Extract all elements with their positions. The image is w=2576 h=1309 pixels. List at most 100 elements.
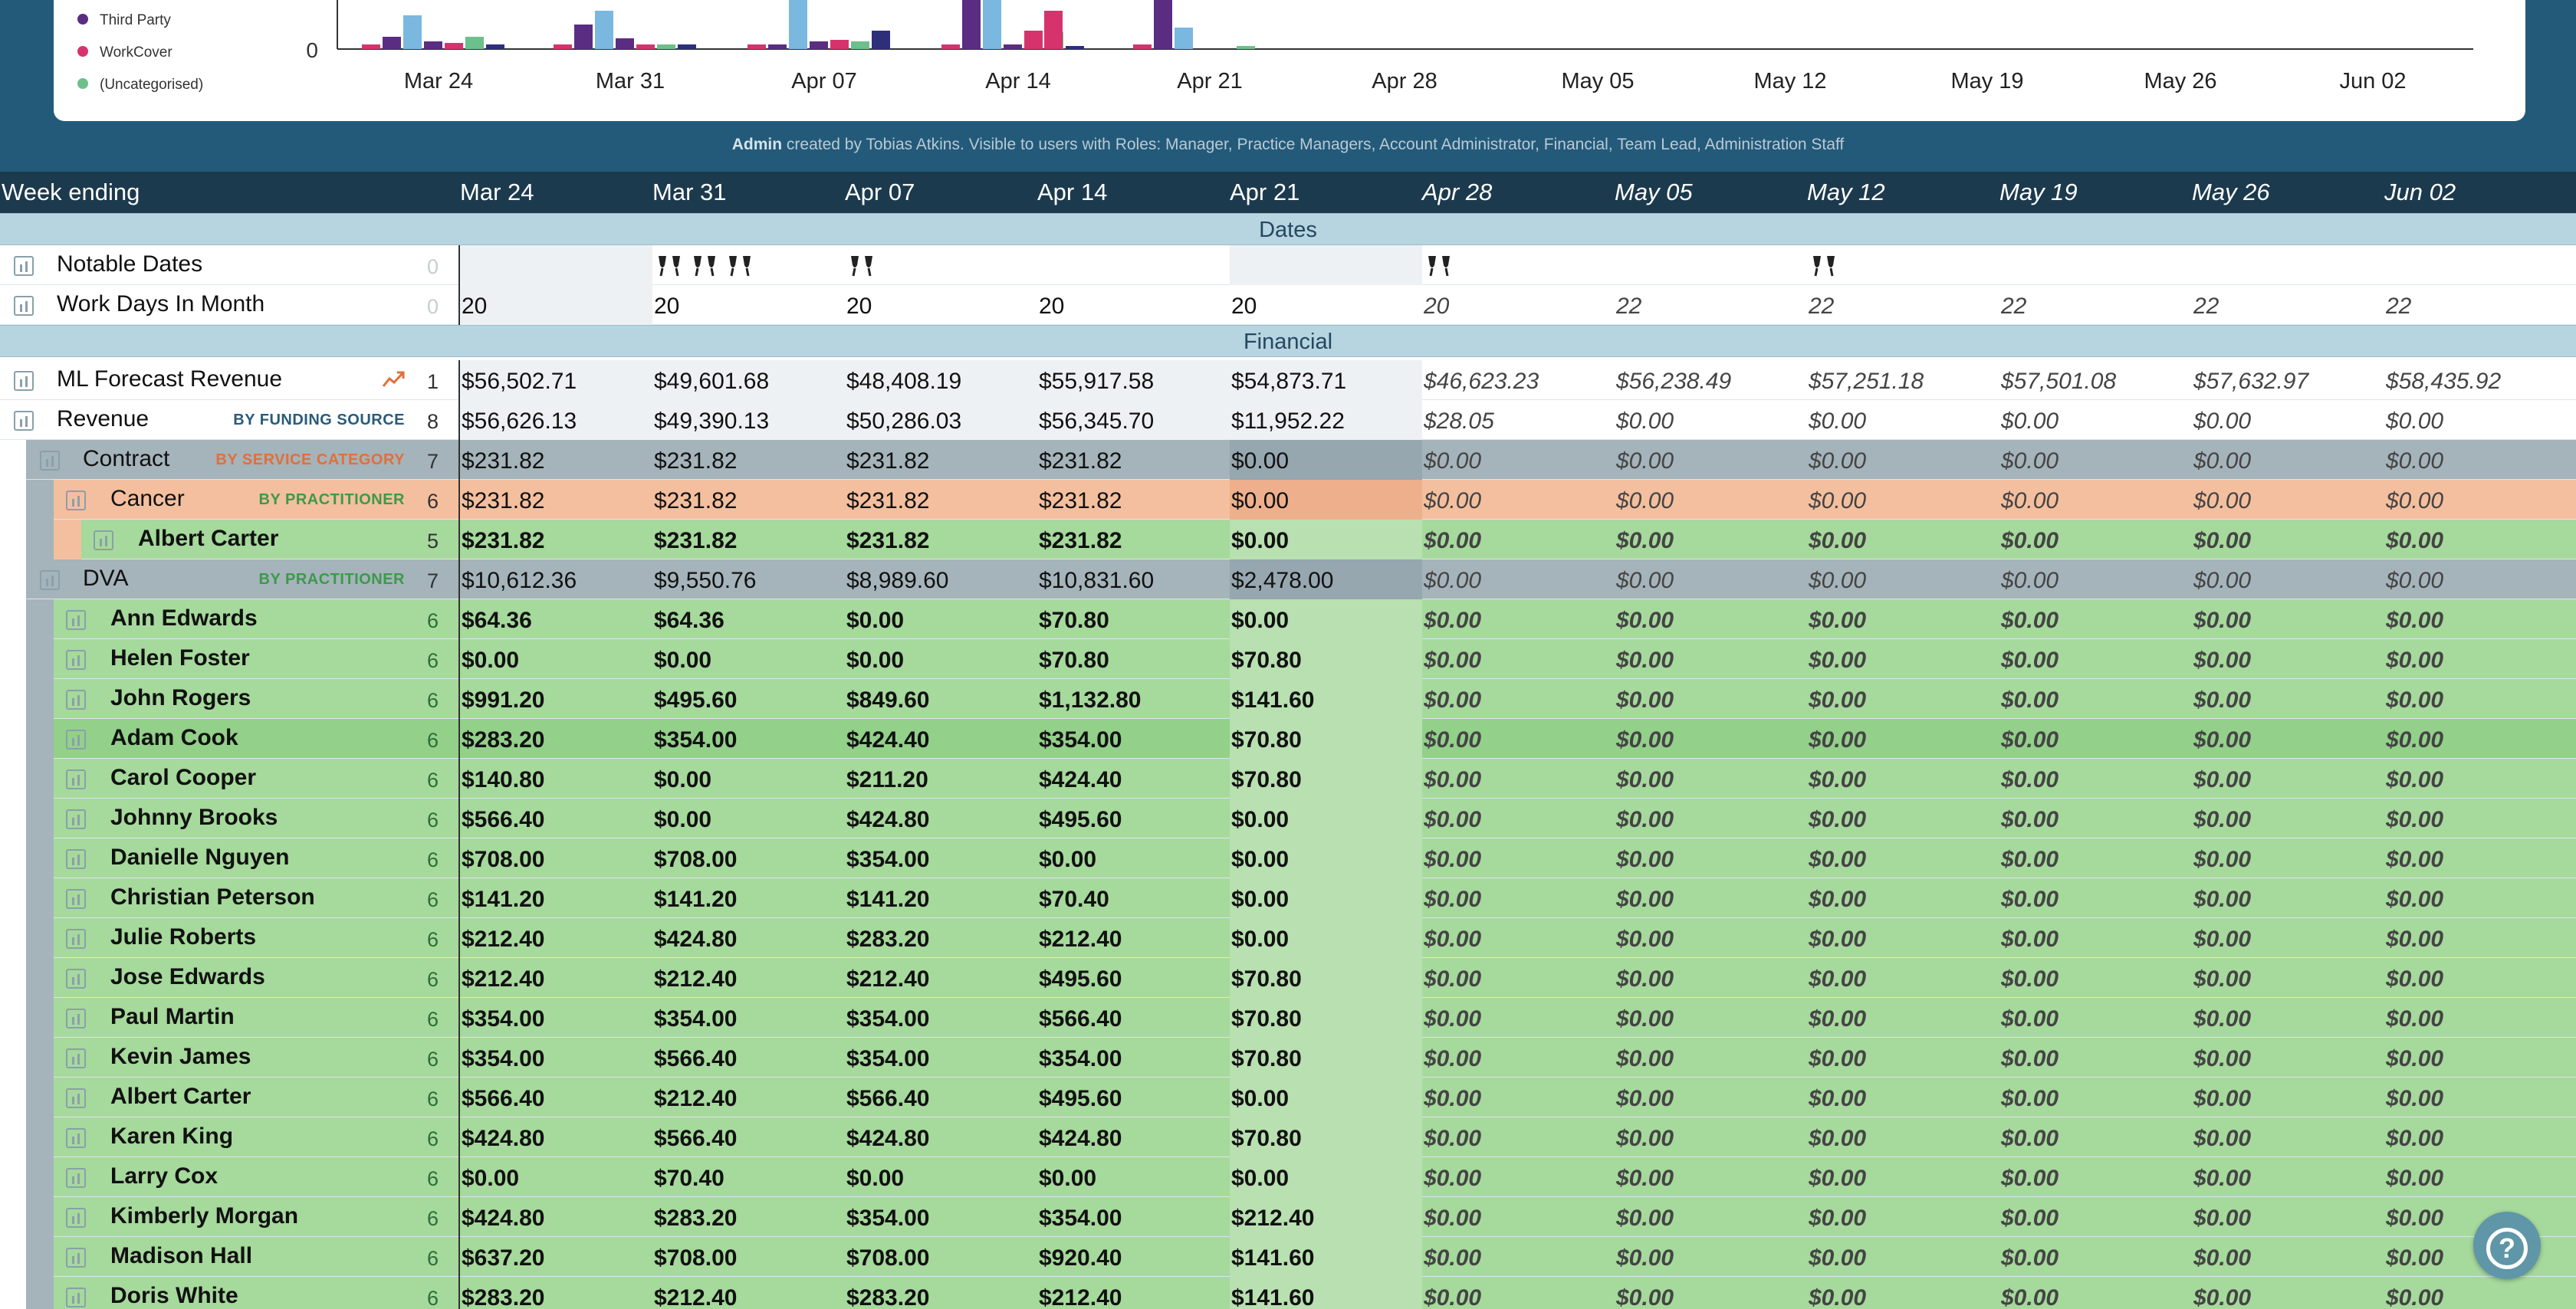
value-cell-3[interactable]: $70.80: [1039, 639, 1228, 679]
value-cell-7[interactable]: $0.00: [1809, 1078, 1998, 1117]
value-cell-8[interactable]: $0.00: [2001, 599, 2190, 639]
value-cell-4[interactable]: $141.60: [1231, 1277, 1421, 1309]
value-cell-2[interactable]: $708.00: [846, 1237, 1036, 1277]
value-cell-9[interactable]: $0.00: [2193, 440, 2383, 480]
value-cell-6[interactable]: $0.00: [1616, 1237, 1806, 1277]
value-cell-5[interactable]: $0.00: [1424, 1157, 1613, 1197]
row-practitioner[interactable]: Kimberly Morgan 6 $424.80 $283.20 $354.00 $35…: [0, 1197, 2576, 1237]
value-cell-7[interactable]: $0.00: [1809, 918, 1998, 958]
value-cell-6[interactable]: $0.00: [1616, 1078, 1806, 1117]
value-cell-9[interactable]: $0.00: [2193, 1277, 2383, 1309]
grouping-tag[interactable]: BY SERVICE CATEGORY: [215, 440, 405, 480]
value-cell-3[interactable]: $212.40: [1039, 1277, 1228, 1309]
value-cell-1[interactable]: $231.82: [654, 440, 843, 480]
value-cell-6[interactable]: $0.00: [1616, 1277, 1806, 1309]
value-cell-0[interactable]: $0.00: [462, 639, 651, 679]
value-cell-4[interactable]: $70.80: [1231, 1038, 1421, 1078]
value-cell-0[interactable]: $212.40: [462, 918, 651, 958]
value-cell-1[interactable]: $64.36: [654, 599, 843, 639]
value-cell-9[interactable]: $0.00: [2193, 599, 2383, 639]
value-cell-4[interactable]: $70.80: [1231, 1117, 1421, 1157]
value-cell-2[interactable]: $48,408.19: [846, 360, 1036, 400]
value-cell-3[interactable]: $495.60: [1039, 799, 1228, 838]
value-cell-5[interactable]: $0.00: [1424, 1038, 1613, 1078]
value-cell-5[interactable]: $0.00: [1424, 599, 1613, 639]
value-cell-0[interactable]: $991.20: [462, 679, 651, 719]
celebration-icon[interactable]: [1425, 253, 1453, 277]
value-cell-10[interactable]: 22: [2386, 285, 2575, 325]
value-cell-0[interactable]: $231.82: [462, 480, 651, 520]
value-cell-6[interactable]: $0.00: [1616, 998, 1806, 1038]
value-cell-9[interactable]: $0.00: [2193, 559, 2383, 599]
value-cell-6[interactable]: 22: [1616, 285, 1806, 325]
value-cell-7[interactable]: $0.00: [1809, 480, 1998, 520]
value-cell-4[interactable]: $141.60: [1231, 679, 1421, 719]
value-cell-7[interactable]: $57,251.18: [1809, 360, 1998, 400]
value-cell-7[interactable]: $0.00: [1809, 639, 1998, 679]
value-cell-5[interactable]: $0.00: [1424, 520, 1613, 559]
value-cell-0[interactable]: $283.20: [462, 719, 651, 759]
value-cell-4[interactable]: $0.00: [1231, 838, 1421, 878]
value-cell-10[interactable]: $0.00: [2386, 878, 2575, 918]
chart-toggle-icon[interactable]: [94, 530, 113, 550]
row-practitioner[interactable]: Danielle Nguyen 6 $708.00 $708.00 $354.00 $0.…: [0, 838, 2576, 878]
value-cell-8[interactable]: $0.00: [2001, 759, 2190, 799]
value-cell-3[interactable]: $495.60: [1039, 1078, 1228, 1117]
value-cell-0[interactable]: $637.20: [462, 1237, 651, 1277]
value-cell-8[interactable]: $0.00: [2001, 480, 2190, 520]
value-cell-6[interactable]: $0.00: [1616, 918, 1806, 958]
value-cell-8[interactable]: $0.00: [2001, 559, 2190, 599]
value-cell-5[interactable]: $0.00: [1424, 1277, 1613, 1309]
value-cell-2[interactable]: $141.20: [846, 878, 1036, 918]
grouping-tag[interactable]: BY PRACTITIONER: [259, 559, 405, 599]
value-cell-10[interactable]: $0.00: [2386, 1157, 2575, 1197]
value-cell-7[interactable]: $0.00: [1809, 958, 1998, 998]
value-cell-10[interactable]: $0.00: [2386, 559, 2575, 599]
value-cell-1[interactable]: $0.00: [654, 799, 843, 838]
chart-toggle-icon[interactable]: [66, 929, 86, 949]
value-cell-2[interactable]: $354.00: [846, 1038, 1036, 1078]
value-cell-4[interactable]: $54,873.71: [1231, 360, 1421, 400]
trend-icon[interactable]: [382, 368, 406, 391]
row-practitioner[interactable]: Doris White 6 $283.20 $212.40 $283.20 $212.40…: [0, 1277, 2576, 1309]
value-cell-10[interactable]: [2386, 245, 2575, 285]
value-cell-10[interactable]: $0.00: [2386, 759, 2575, 799]
value-cell-3[interactable]: 20: [1039, 285, 1228, 325]
value-cell-10[interactable]: $0.00: [2386, 639, 2575, 679]
value-cell-0[interactable]: $212.40: [462, 958, 651, 998]
grouping-tag[interactable]: BY FUNDING SOURCE: [233, 400, 405, 440]
value-cell-9[interactable]: $0.00: [2193, 1078, 2383, 1117]
value-cell-2[interactable]: $283.20: [846, 918, 1036, 958]
value-cell-9[interactable]: $0.00: [2193, 639, 2383, 679]
value-cell-4[interactable]: $0.00: [1231, 599, 1421, 639]
value-cell-9[interactable]: $0.00: [2193, 679, 2383, 719]
value-cell-8[interactable]: $0.00: [2001, 1117, 2190, 1157]
value-cell-1[interactable]: $424.80: [654, 918, 843, 958]
row-albert-carter-cancer[interactable]: Albert Carter 5 $231.82 $231.82 $231.82 $231.…: [0, 520, 2576, 559]
value-cell-9[interactable]: $0.00: [2193, 480, 2383, 520]
value-cell-4[interactable]: $70.80: [1231, 639, 1421, 679]
value-cell-4[interactable]: $0.00: [1231, 918, 1421, 958]
value-cell-8[interactable]: $0.00: [2001, 1237, 2190, 1277]
value-cell-2[interactable]: $0.00: [846, 639, 1036, 679]
value-cell-0[interactable]: $56,502.71: [462, 360, 651, 400]
value-cell-6[interactable]: $0.00: [1616, 1038, 1806, 1078]
value-cell-10[interactable]: $0.00: [2386, 1078, 2575, 1117]
value-cell-6[interactable]: [1616, 245, 1806, 285]
chart-toggle-icon[interactable]: [14, 256, 34, 276]
value-cell-9[interactable]: $57,632.97: [2193, 360, 2383, 400]
value-cell-3[interactable]: $231.82: [1039, 440, 1228, 480]
value-cell-9[interactable]: $0.00: [2193, 878, 2383, 918]
value-cell-6[interactable]: $0.00: [1616, 1117, 1806, 1157]
value-cell-1[interactable]: $0.00: [654, 639, 843, 679]
value-cell-0[interactable]: $141.20: [462, 878, 651, 918]
value-cell-4[interactable]: $0.00: [1231, 799, 1421, 838]
value-cell-8[interactable]: $57,501.08: [2001, 360, 2190, 400]
value-cell-9[interactable]: $0.00: [2193, 1157, 2383, 1197]
value-cell-2[interactable]: $566.40: [846, 1078, 1036, 1117]
row-cancer[interactable]: Cancer BY PRACTITIONER 6 $231.82 $231.82 $231…: [0, 480, 2576, 520]
value-cell-6[interactable]: $0.00: [1616, 799, 1806, 838]
value-cell-9[interactable]: $0.00: [2193, 958, 2383, 998]
value-cell-1[interactable]: $49,601.68: [654, 360, 843, 400]
value-cell-1[interactable]: $49,390.13: [654, 400, 843, 440]
